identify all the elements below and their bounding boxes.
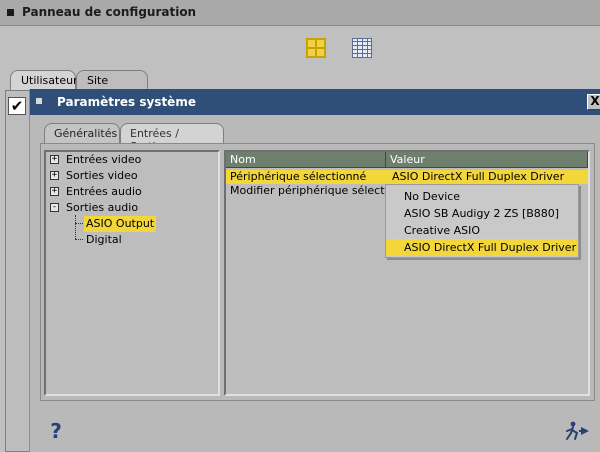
dropdown-option-selected[interactable]: ASIO DirectX Full Duplex Driver — [386, 239, 578, 256]
tree-connector — [75, 215, 76, 239]
check-icon[interactable]: ✔ — [8, 97, 26, 115]
list-view-icon[interactable] — [352, 38, 372, 58]
system-settings-dialog: Paramètres système X Généralités Entrées… — [29, 89, 600, 452]
tab-generalites[interactable]: Généralités — [44, 123, 120, 143]
dropdown-option[interactable]: No Device — [386, 188, 578, 205]
run-exit-icon[interactable] — [563, 421, 593, 441]
collapse-icon[interactable]: - — [50, 203, 59, 212]
tree-item-label: Sorties video — [66, 169, 138, 182]
tree-connector — [75, 223, 83, 224]
tab-utilisateur[interactable]: Utilisateur — [10, 70, 78, 90]
tree-connector — [75, 239, 83, 240]
dropdown-option[interactable]: ASIO SB Audigy 2 ZS [B880] — [386, 205, 578, 222]
dropdown-option[interactable]: Creative ASIO — [386, 222, 578, 239]
column-header-valeur[interactable]: Valeur — [386, 152, 588, 168]
row-value-select[interactable]: ASIO DirectX Full Duplex Driver — [388, 170, 588, 184]
dialog-title: Paramètres système — [57, 95, 196, 109]
dialog-titlebar: Paramètres système X — [30, 89, 600, 115]
tab-site[interactable]: Site — [76, 70, 148, 90]
tree-item-label: Sorties audio — [66, 201, 139, 214]
close-button[interactable]: X — [587, 94, 600, 110]
row-name: Périphérique sélectionné — [230, 170, 367, 183]
expand-icon[interactable]: + — [50, 171, 59, 180]
outer-titlebar: Panneau de configuration — [0, 0, 600, 26]
column-header-nom[interactable]: Nom — [226, 152, 386, 168]
window-menu-icon[interactable] — [7, 9, 14, 16]
tree-item-label: Entrées audio — [66, 185, 142, 198]
table-row[interactable]: Périphérique sélectionné ASIO DirectX Fu… — [226, 170, 588, 184]
expand-icon[interactable]: + — [50, 187, 59, 196]
tab-entrees-sorties[interactable]: Entrées / Sorties — [120, 123, 224, 153]
tree-item-label: Digital — [86, 233, 122, 246]
device-tree[interactable]: + Entrées video + Sorties video + Entrée… — [44, 150, 220, 396]
outer-title: Panneau de configuration — [22, 5, 197, 19]
help-icon[interactable]: ? — [48, 420, 64, 442]
tree-item-label: ASIO Output — [84, 216, 157, 232]
tree-item-label: Entrées video — [66, 153, 142, 166]
dialog-content: + Entrées video + Sorties video + Entrée… — [40, 143, 595, 401]
expand-icon[interactable]: + — [50, 155, 59, 164]
grid-view-icon[interactable] — [306, 38, 326, 58]
row-name: Modifier périphérique sélection... — [230, 184, 386, 197]
device-dropdown-list[interactable]: No Device ASIO SB Audigy 2 ZS [B880] Cre… — [385, 184, 579, 258]
dialog-menu-icon[interactable] — [36, 98, 42, 104]
